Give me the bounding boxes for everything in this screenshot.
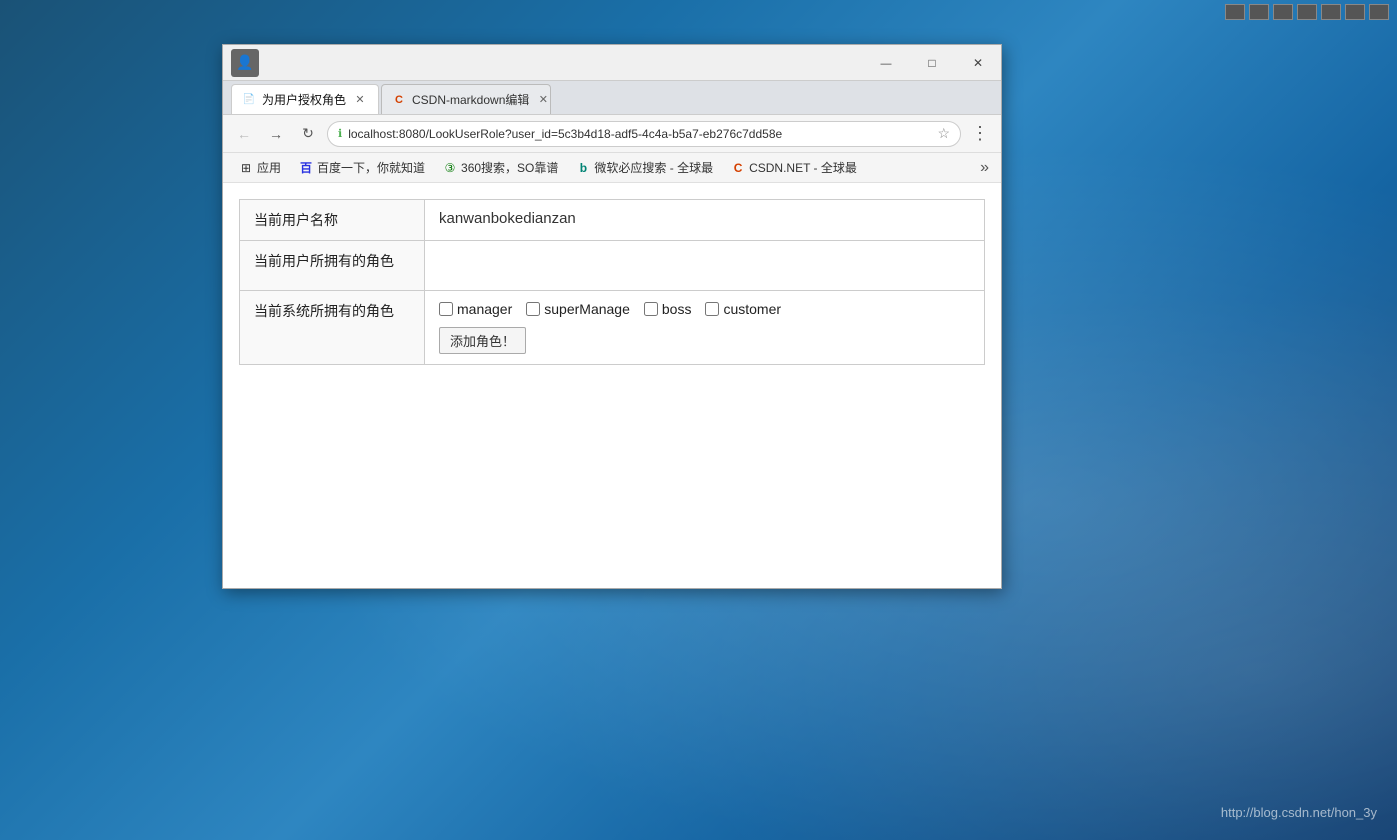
role-checkboxes: manager superManage boss [439,301,970,317]
role-customer[interactable]: customer [705,301,781,317]
baidu-icon: 百 [299,161,313,175]
close-button[interactable] [955,45,1001,80]
tab-favicon-2: C [392,93,406,107]
bookmark-csdn-label: CSDN.NET - 全球最 [749,159,857,176]
apps-icon: ⊞ [239,161,253,175]
forward-icon: → [269,126,283,142]
role-supermanage[interactable]: superManage [526,301,630,317]
tab-close-2[interactable]: ✕ [535,92,551,108]
role-boss[interactable]: boss [644,301,692,317]
add-role-container: 添加角色！ [439,327,970,354]
role-supermanage-label: superManage [544,301,630,317]
maximize-button[interactable] [909,45,955,80]
tab-csdn[interactable]: C CSDN-markdown编辑 ✕ [381,84,551,114]
value-user-roles [425,241,985,291]
browser-menu-button[interactable]: ⋮ [967,121,993,147]
bookmark-360[interactable]: ③ 360搜索，SO靠谱 [435,157,566,178]
title-bar: 👤 [223,45,1001,81]
bookmark-more-button[interactable]: » [976,159,993,177]
taskbar-icon-2 [1249,4,1269,20]
bookmark-star-icon[interactable]: ☆ [937,125,950,142]
role-boss-label: boss [662,301,692,317]
back-icon: ← [237,126,251,142]
role-manager[interactable]: manager [439,301,512,317]
value-system-roles: manager superManage boss [425,291,985,365]
value-username: kanwanbokedianzan [425,200,985,241]
window-controls [863,45,1001,80]
table-row-username: 当前用户名称 kanwanbokedianzan [240,200,985,241]
back-button[interactable]: ← [231,121,257,147]
refresh-icon: ↻ [302,125,314,142]
tab-favicon-1: 📄 [242,93,256,107]
taskbar-icon-1 [1225,4,1245,20]
url-bar[interactable]: ℹ localhost:8080/LookUserRole?user_id=5c… [327,121,961,147]
tabs-bar: 📄 为用户授权角色 ✕ C CSDN-markdown编辑 ✕ [223,81,1001,115]
role-customer-label: customer [723,301,781,317]
minimize-button[interactable] [863,45,909,80]
bookmark-apps[interactable]: ⊞ 应用 [231,157,289,178]
title-bar-left: 👤 [223,45,263,80]
table-row-system-roles: 当前系统所拥有的角色 manager superManage [240,291,985,365]
bookmarks-bar: ⊞ 应用 百 百度一下，你就知道 ③ 360搜索，SO靠谱 b 微软必应搜索 -… [223,153,1001,183]
role-table: 当前用户名称 kanwanbokedianzan 当前用户所拥有的角色 [239,199,985,365]
bookmark-csdn[interactable]: C CSDN.NET - 全球最 [723,157,865,178]
profile-button[interactable]: 👤 [231,49,259,77]
role-manager-label: manager [457,301,512,317]
forward-button[interactable]: → [263,121,289,147]
checkbox-boss[interactable] [644,302,658,316]
tab-close-1[interactable]: ✕ [352,92,368,108]
page-content: 当前用户名称 kanwanbokedianzan 当前用户所拥有的角色 [223,183,1001,588]
address-bar: ← → ↻ ℹ localhost:8080/LookUserRole?user… [223,115,1001,153]
table-row-user-roles: 当前用户所拥有的角色 [240,241,985,291]
checkbox-customer[interactable] [705,302,719,316]
url-text: localhost:8080/LookUserRole?user_id=5c3b… [348,127,931,141]
tab-label-2: CSDN-markdown编辑 [412,91,529,108]
bookmark-apps-label: 应用 [257,159,281,176]
close-icon [973,55,983,70]
tab-label-1: 为用户授权角色 [262,91,346,108]
profile-icon: 👤 [236,54,253,71]
bookmark-baidu[interactable]: 百 百度一下，你就知道 [291,157,433,178]
tab-user-role[interactable]: 📄 为用户授权角色 ✕ [231,84,379,114]
secure-icon: ℹ [338,127,342,140]
taskbar-icon-4 [1297,4,1317,20]
bookmark-360-label: 360搜索，SO靠谱 [461,159,558,176]
minimize-icon [881,55,892,70]
taskbar-icon-3 [1273,4,1293,20]
label-system-roles: 当前系统所拥有的角色 [240,291,425,365]
360-icon: ③ [443,161,457,175]
refresh-button[interactable]: ↻ [295,121,321,147]
taskbar-icon-6 [1345,4,1365,20]
bookmark-bing[interactable]: b 微软必应搜索 - 全球最 [568,157,721,178]
checkbox-manager[interactable] [439,302,453,316]
label-user-roles: 当前用户所拥有的角色 [240,241,425,291]
add-role-button[interactable]: 添加角色！ [439,327,526,354]
label-username: 当前用户名称 [240,200,425,241]
taskbar-icon-7 [1369,4,1389,20]
watermark: http://blog.csdn.net/hon_3y [1221,805,1377,820]
bookmark-baidu-label: 百度一下，你就知道 [317,159,425,176]
checkbox-supermanage[interactable] [526,302,540,316]
bookmark-bing-label: 微软必应搜索 - 全球最 [594,159,713,176]
taskbar-icon-5 [1321,4,1341,20]
csdn-icon: C [731,161,745,175]
browser-window: 👤 📄 为用户授权角色 ✕ C CSDN-markdown编辑 ✕ [222,44,1002,589]
bing-icon: b [576,161,590,175]
menu-icon: ⋮ [971,123,989,144]
taskbar-top-right [1225,4,1389,20]
maximize-icon [928,55,935,70]
